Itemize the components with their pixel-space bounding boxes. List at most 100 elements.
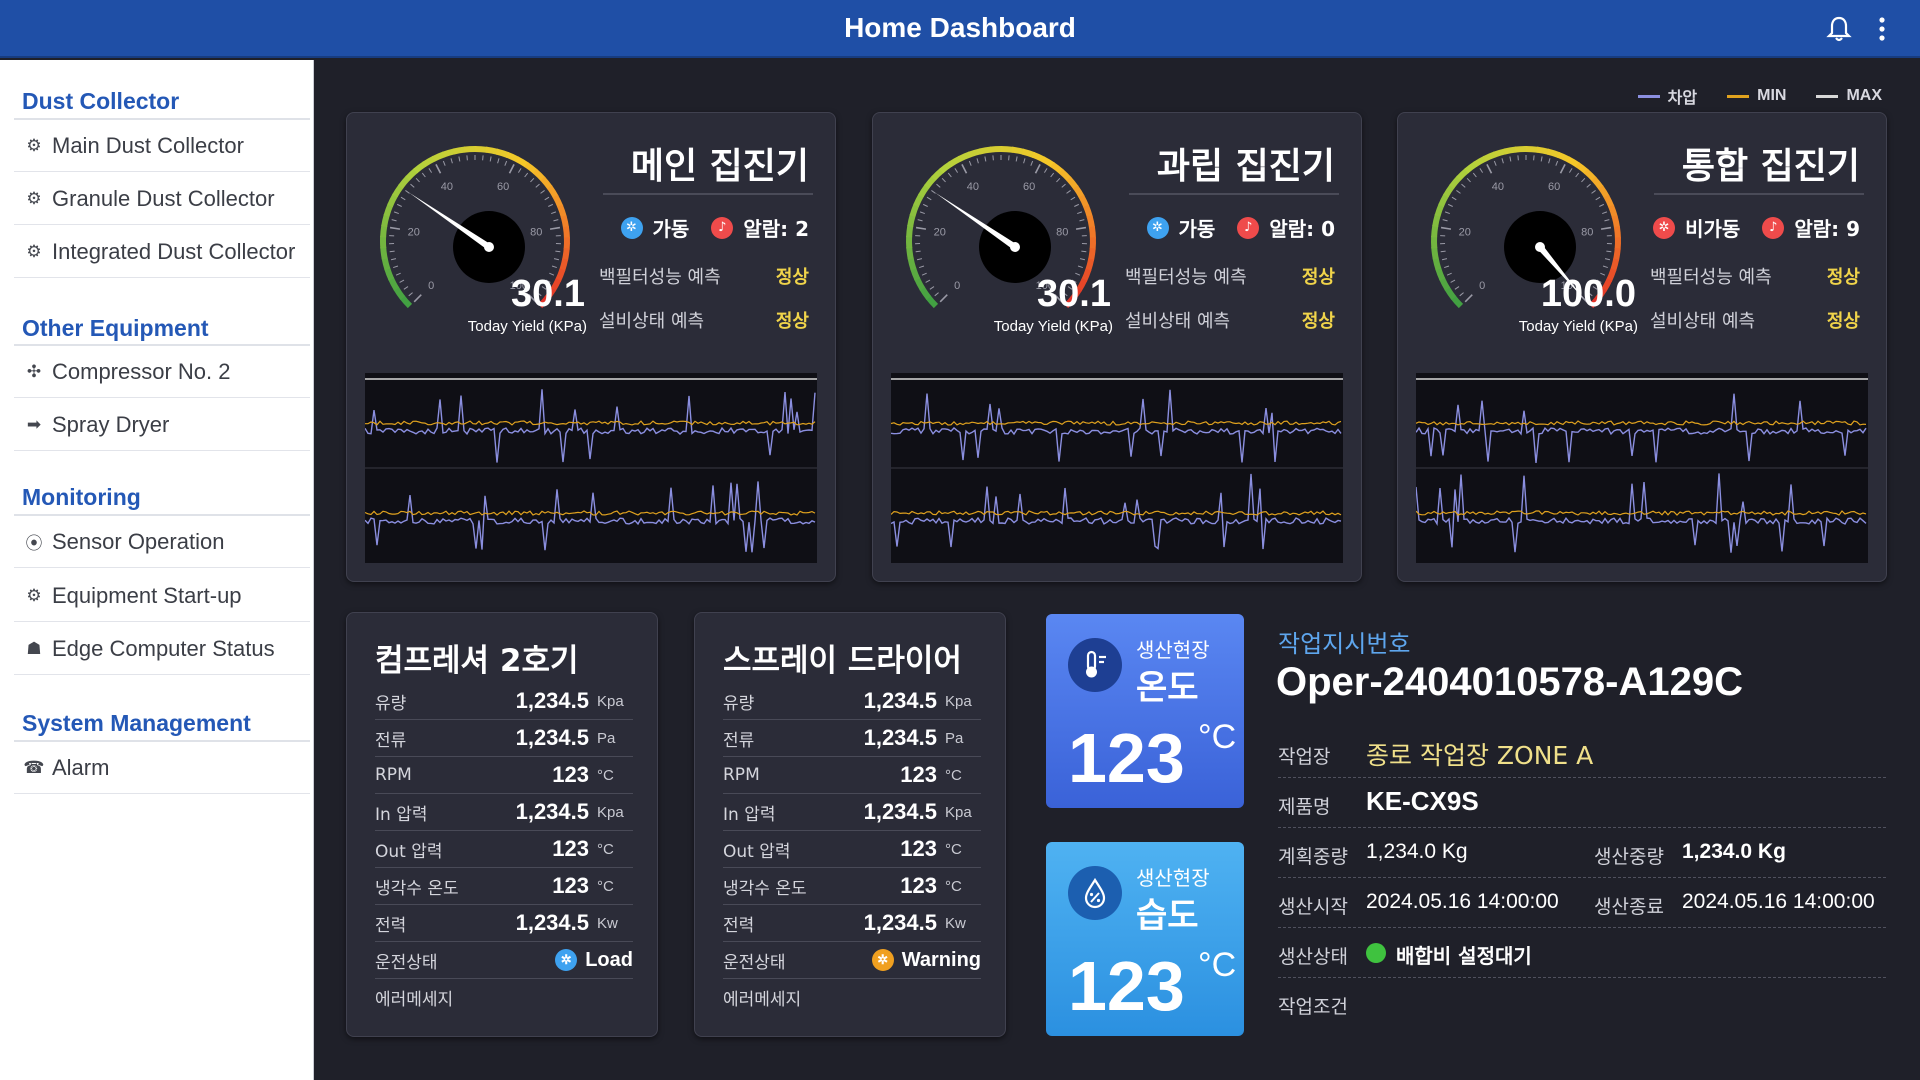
metric-row: 전류 1,234.5 Pa (375, 720, 633, 757)
collector-title: 통합 집진기 (1681, 146, 1860, 187)
field-label: 계획중량 (1278, 846, 1348, 868)
metric-row: 전류 1,234.5 Pa (723, 720, 981, 757)
metric-row: 유량 1,234.5 Kpa (375, 683, 633, 720)
plan-weight-value: 1,234.0 Kg (1366, 840, 1468, 863)
alarm-count: 알람: 0 (1269, 217, 1335, 241)
metric-value: 1,234.5 (515, 910, 589, 935)
sidebar-section-title: System Management (22, 710, 251, 736)
metric-value: 123 (900, 762, 937, 787)
collector-card-integrated[interactable]: 0 20 40 60 80 100 100.0 Today Yield (KPa) 통합 … (1397, 112, 1887, 582)
prediction-value: 정상 (775, 267, 809, 288)
sidebar-item-alarm[interactable]: ☎ Alarm (14, 742, 310, 794)
compressor-card[interactable]: 컴프레셔 2호기 유량 1,234.5 Kpa 전류 1,234.5 Pa RPM 123… (346, 612, 658, 1037)
sidebar-item-granule-dust-collector[interactable]: ⚙ Granule Dust Collector (14, 173, 310, 225)
metric-label: 에러메세지 (375, 990, 454, 1010)
sensor-icon: ⦿ (25, 534, 43, 554)
sidebar-item-compressor[interactable]: ✣ Compressor No. 2 (14, 346, 310, 398)
gauge-tick-label: 60 (497, 181, 509, 193)
metric-value: 123 (900, 836, 937, 861)
gauge-value: 100.0 (1540, 273, 1636, 315)
metric-label: 운전상태 (723, 952, 786, 973)
gauge-tick-label: 20 (1459, 226, 1471, 238)
trend-chart (1416, 373, 1868, 563)
temperature-tile[interactable]: 생산현장 온도 123 °C (1046, 614, 1244, 808)
metric-row: 전력 1,234.5 Kw (723, 905, 981, 942)
gauge-tick-label: 60 (1548, 181, 1560, 193)
gauge-subtitle: Today Yield (KPa) (993, 318, 1113, 335)
temperature-value: 123 (1068, 719, 1185, 797)
gear-icon: ⚙ (26, 135, 42, 156)
collector-card-main[interactable]: 0 20 40 60 80 100 30.1 Today Yield (KPa) 메인 집… (346, 112, 836, 582)
metric-label: 유량 (723, 693, 755, 714)
spray-dryer-card[interactable]: 스프레이 드라이어 유량 1,234.5 Kpa 전류 1,234.5 Pa RPM 12… (694, 612, 1006, 1037)
gauge-tick-label: 60 (1023, 181, 1035, 193)
collector-title: 과립 집진기 (1156, 146, 1335, 187)
work-order-row: 계획중량 1,234.0 Kg 생산중량 1,234.0 Kg (1278, 828, 1886, 878)
gauge-tick-label: 80 (1581, 226, 1593, 238)
gear-icon: ⚙ (26, 241, 42, 262)
sidebar-item-spray-dryer[interactable]: ➡ Spray Dryer (14, 399, 310, 451)
min-series (365, 420, 816, 426)
humidity-drop-icon (1068, 866, 1122, 920)
field-label: 생산중량 (1594, 846, 1664, 868)
sidebar-item-equipment-startup[interactable]: ⚙ Equipment Start-up (14, 570, 310, 622)
metric-label: 냉각수 온도 (375, 878, 459, 899)
metric-unit: °C (945, 877, 962, 895)
legend-label: 차압 (1667, 90, 1698, 107)
bell-icon[interactable] (1824, 14, 1854, 44)
sidebar-item-edge-computer-status[interactable]: ☗ Edge Computer Status (14, 623, 310, 675)
metric-label: 운전상태 (375, 952, 438, 973)
status-row: ✲ 가동 ♪ 알람: 2 (620, 213, 809, 242)
metric-row: In 압력 1,234.5 Kpa (723, 794, 981, 831)
metric-value: 1,234.5 (515, 688, 589, 713)
gear-icon: ⚙ (26, 585, 42, 606)
metric-row: Out 압력 123 °C (375, 831, 633, 868)
produced-weight-value: 1,234.0 Kg (1682, 840, 1786, 863)
equipment-title: 스프레이 드라이어 (723, 643, 962, 679)
sidebar-item-integrated-dust-collector[interactable]: ⚙ Integrated Dust Collector (14, 226, 310, 278)
prediction-value: 정상 (775, 311, 809, 332)
work-order-row: 작업장 종로 작업장 ZONE A (1278, 728, 1886, 778)
gauge-subtitle: Today Yield (KPa) (467, 318, 587, 335)
gauge-needle-pivot (484, 242, 494, 252)
temperature-unit: °C (1198, 718, 1237, 756)
collector-card-granule[interactable]: 0 20 40 60 80 100 30.1 Today Yield (KPa) 과립 집… (872, 112, 1362, 582)
status-label: 가동 (1178, 217, 1216, 241)
stopped-icon: ✲ (1653, 216, 1676, 239)
status-dot-icon (1366, 943, 1386, 963)
prediction-value: 정상 (1826, 267, 1860, 288)
error-row: 에러메세지 (375, 979, 633, 1016)
metric-label: RPM (375, 765, 412, 785)
metric-unit: Kpa (597, 692, 624, 710)
gauge-subtitle: Today Yield (KPa) (1518, 318, 1638, 335)
warning-status-icon: ✲ (871, 949, 894, 971)
status-row: 운전상태 ✲ Warning (723, 942, 981, 979)
humidity-value: 123 (1068, 947, 1185, 1025)
pressure-series (365, 389, 816, 463)
metric-label: 전류 (723, 730, 755, 751)
prediction-value: 정상 (1301, 267, 1335, 288)
gauge-tick-label: 80 (1056, 226, 1068, 238)
sidebar-item-main-dust-collector[interactable]: ⚙ Main Dust Collector (14, 120, 310, 172)
metric-value: 1,234.5 (515, 725, 589, 750)
metric-unit: °C (945, 840, 962, 858)
metric-label: In 압력 (375, 804, 428, 825)
legend-item: MAX (1816, 84, 1882, 108)
metric-unit: Pa (597, 729, 616, 747)
metric-label: 전력 (375, 915, 407, 936)
metric-row: RPM 123 °C (375, 757, 633, 794)
sidebar-item-sensor-operation[interactable]: ⦿ Sensor Operation (14, 516, 310, 568)
metric-label: Out 압력 (375, 841, 443, 862)
metric-label: RPM (723, 765, 760, 785)
metric-unit: Pa (945, 729, 964, 747)
run-status: ✲ Load (555, 949, 633, 972)
metric-unit: °C (597, 877, 614, 895)
legend-label: MAX (1846, 87, 1882, 104)
thermometer-icon (1068, 638, 1122, 692)
humidity-tile[interactable]: 생산현장 습도 123 °C (1046, 842, 1244, 1036)
work-order-row: 생산시작 2024.05.16 14:00:00 생산종료 2024.05.16… (1278, 878, 1886, 928)
field-label: 작업조건 (1278, 996, 1348, 1018)
end-time-value: 2024.05.16 14:00:00 (1682, 890, 1875, 913)
more-menu-icon[interactable] (1876, 14, 1888, 44)
status-row: ✲ 가동 ♪ 알람: 0 (1146, 213, 1335, 242)
